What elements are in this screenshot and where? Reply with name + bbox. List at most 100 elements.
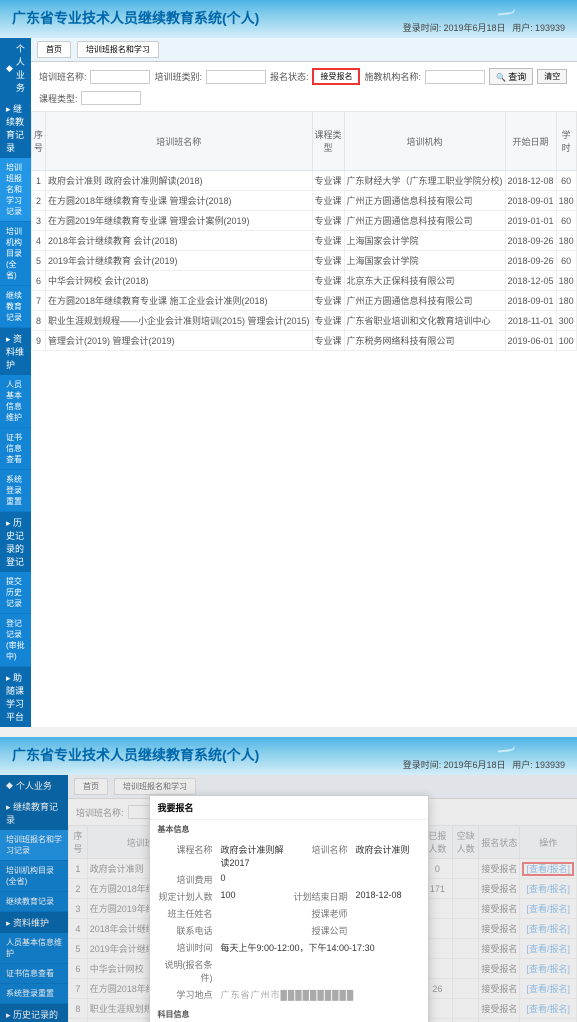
cell: 300 bbox=[556, 311, 576, 331]
filter-bar-2: 课程类型: bbox=[31, 91, 577, 111]
cell: 5 bbox=[31, 251, 45, 271]
cell: 专业课 bbox=[312, 291, 344, 311]
type-input[interactable] bbox=[81, 91, 141, 105]
sidebar-item[interactable]: 系统登录重置 bbox=[0, 470, 31, 512]
modal-row: 培训费用 0 bbox=[158, 871, 420, 888]
field-value bbox=[221, 958, 420, 984]
app-top: 广东省专业技术人员继续教育系统(个人) 登录时间: 2019年6月18日 用户:… bbox=[0, 0, 577, 727]
field-value bbox=[356, 907, 420, 920]
org-input[interactable] bbox=[425, 70, 485, 84]
table-row: 8职业生涯规划规程——小企业会计准则培训(2015) 管理会计(2015)专业课… bbox=[31, 311, 577, 331]
cell: 专业课 bbox=[312, 311, 344, 331]
modal-row: 培训时间每天上午9:00-12:00，下午14:00-17:30 bbox=[158, 939, 420, 956]
sidebar-item[interactable]: 培训机构目录(全省) bbox=[0, 222, 31, 286]
sidebar-item[interactable]: 培训班报名和学习记录 bbox=[0, 158, 31, 222]
cell: 政府会计准则 政府会计准则解读(2018) bbox=[45, 171, 312, 191]
sidebar-group-head[interactable]: ▸ 继续教育记录 bbox=[0, 98, 31, 158]
cell: 专业课 bbox=[312, 191, 344, 211]
clear-button[interactable]: 清空 bbox=[537, 69, 567, 84]
field-label: 课程名称 bbox=[158, 843, 213, 869]
field-label: 班主任姓名 bbox=[158, 907, 213, 920]
cell: 2018-09-01 bbox=[505, 291, 556, 311]
search-label: 查询 bbox=[508, 72, 526, 82]
user-id: 193939 bbox=[535, 23, 565, 33]
user-label: 用户: bbox=[512, 760, 533, 770]
modal-body: 课程名称政府会计准则解读2017培训名称政府会计准则培训费用0规定计划人数100… bbox=[150, 839, 428, 1005]
modal-row: 说明(报名条件) bbox=[158, 956, 420, 986]
tab-home[interactable]: 首页 bbox=[37, 41, 71, 58]
search-button[interactable]: 🔍 查询 bbox=[489, 68, 533, 85]
field-value: 0 bbox=[221, 873, 420, 886]
cell: 专业课 bbox=[312, 211, 344, 231]
status-label: 报名状态: bbox=[270, 70, 309, 83]
sidebar-header-text: 个人业务 bbox=[16, 42, 25, 94]
table-row: 42018年会计继续教育 会计(2018)专业课上海国家会计学院2018-09-… bbox=[31, 231, 577, 251]
cell: 4 bbox=[31, 231, 45, 251]
type-label: 课程类型: bbox=[39, 92, 78, 105]
sidebar-item[interactable]: 提交历史记录 bbox=[0, 572, 31, 614]
field-label: 规定计划人数 bbox=[158, 890, 213, 903]
signup-modal: 我要报名 基本信息 课程名称政府会计准则解读2017培训名称政府会计准则培训费用… bbox=[149, 795, 429, 1022]
cell: 专业课 bbox=[312, 171, 344, 191]
sidebar-item[interactable]: 证书信息查看 bbox=[0, 428, 31, 470]
tab-current[interactable]: 培训班报名和学习 bbox=[77, 41, 159, 58]
cell: 广东省职业培训和文化教育培训中心 bbox=[344, 311, 505, 331]
login-time: 2019年6月18日 bbox=[443, 23, 505, 33]
field-value: 每天上午9:00-12:00，下午14:00-17:30 bbox=[221, 941, 420, 954]
modal-row: 规定计划人数100计划结束日期2018-12-08 bbox=[158, 888, 420, 905]
cell: 2019-06-01 bbox=[505, 331, 556, 351]
col-header: 开始日期 bbox=[505, 112, 556, 171]
login-time-label: 登录时间: bbox=[403, 23, 442, 33]
field-label: 授课老师 bbox=[293, 907, 348, 920]
field-label: 授课公司 bbox=[293, 924, 348, 937]
field-label: 说明(报名条件) bbox=[158, 958, 213, 984]
cell: 2018-09-26 bbox=[505, 251, 556, 271]
table-row: 52019年会计继续教育 会计(2019)专业课上海国家会计学院2018-09-… bbox=[31, 251, 577, 271]
main-panel: 首页 培训班报名和学习 培训班名称: 培训班类别: 报名状态: 接受报名 施教机… bbox=[31, 38, 577, 727]
cell: 2018-09-01 bbox=[505, 191, 556, 211]
modal-row: 课程名称政府会计准则解读2017培训名称政府会计准则 bbox=[158, 841, 420, 871]
cell: 广东财经大学（广东理工职业学院分校) bbox=[344, 171, 505, 191]
filter-bar: 培训班名称: 培训班类别: 报名状态: 接受报名 施教机构名称: 🔍 查询 清空 bbox=[31, 62, 577, 91]
cell: 在方圆2018年继续教育专业课 管理会计(2018) bbox=[45, 191, 312, 211]
cell: 7 bbox=[31, 291, 45, 311]
field-label: 培训费用 bbox=[158, 873, 213, 886]
login-time: 2019年6月18日 bbox=[443, 760, 505, 770]
sidebar-item[interactable]: 登记记录(审批中) bbox=[0, 614, 31, 667]
col-header: 培训班名称 bbox=[45, 112, 312, 171]
sidebar-group-head[interactable]: ▸ 助随课学习平台 bbox=[0, 667, 31, 727]
user-label: 用户: bbox=[512, 23, 533, 33]
cell: 2019年会计继续教育 会计(2019) bbox=[45, 251, 312, 271]
cell: 2018年会计继续教育 会计(2018) bbox=[45, 231, 312, 251]
tabs: 首页 培训班报名和学习 bbox=[31, 38, 577, 62]
cell: 2018-09-26 bbox=[505, 231, 556, 251]
status-select[interactable]: 接受报名 bbox=[312, 68, 360, 85]
app-bottom: 广东省专业技术人员继续教育系统(个人) 登录时间: 2019年6月18日 用户:… bbox=[0, 737, 577, 1022]
field-value: 2018-12-08 bbox=[356, 890, 420, 903]
field-value bbox=[356, 924, 420, 937]
field-label: 培训时间 bbox=[158, 941, 213, 954]
modal-row: 学习地点广东省广州市██████████ bbox=[158, 986, 420, 1003]
cell: 8 bbox=[31, 311, 45, 331]
field-value bbox=[221, 924, 285, 937]
cell: 6 bbox=[31, 271, 45, 291]
modal-row: 联系电话授课公司 bbox=[158, 922, 420, 939]
sidebar-item[interactable]: 人员基本信息维护 bbox=[0, 375, 31, 428]
sidebar-group-head[interactable]: ▸ 历史记录的登记 bbox=[0, 512, 31, 572]
results-table: 序号培训班名称课程类型培训机构开始日期学时总招人数已报人数空缺人数报名状态操作 … bbox=[31, 111, 577, 351]
field-label: 计划结束日期 bbox=[293, 890, 348, 903]
user-icon: ◆ bbox=[6, 63, 13, 74]
cell: 1 bbox=[31, 171, 45, 191]
cell: 2018-12-08 bbox=[505, 171, 556, 191]
sidebar-group-head[interactable]: ▸ 资料维护 bbox=[0, 328, 31, 375]
table-row: 6中华会计网校 会计(2018)专业课北京东大正保科技有限公司2018-12-0… bbox=[31, 271, 577, 291]
org-label: 施教机构名称: bbox=[364, 70, 421, 83]
class-input[interactable] bbox=[206, 70, 266, 84]
cell: 管理会计(2019) 管理会计(2019) bbox=[45, 331, 312, 351]
name-input[interactable] bbox=[90, 70, 150, 84]
cell: 180 bbox=[556, 231, 576, 251]
col-header: 序号 bbox=[31, 112, 45, 171]
sidebar: ◆ 个人业务 ▸ 继续教育记录培训班报名和学习记录培训机构目录(全省)继续教育记… bbox=[0, 38, 31, 727]
sidebar-item[interactable]: 继续教育记录 bbox=[0, 286, 31, 328]
cell: 北京东大正保科技有限公司 bbox=[344, 271, 505, 291]
